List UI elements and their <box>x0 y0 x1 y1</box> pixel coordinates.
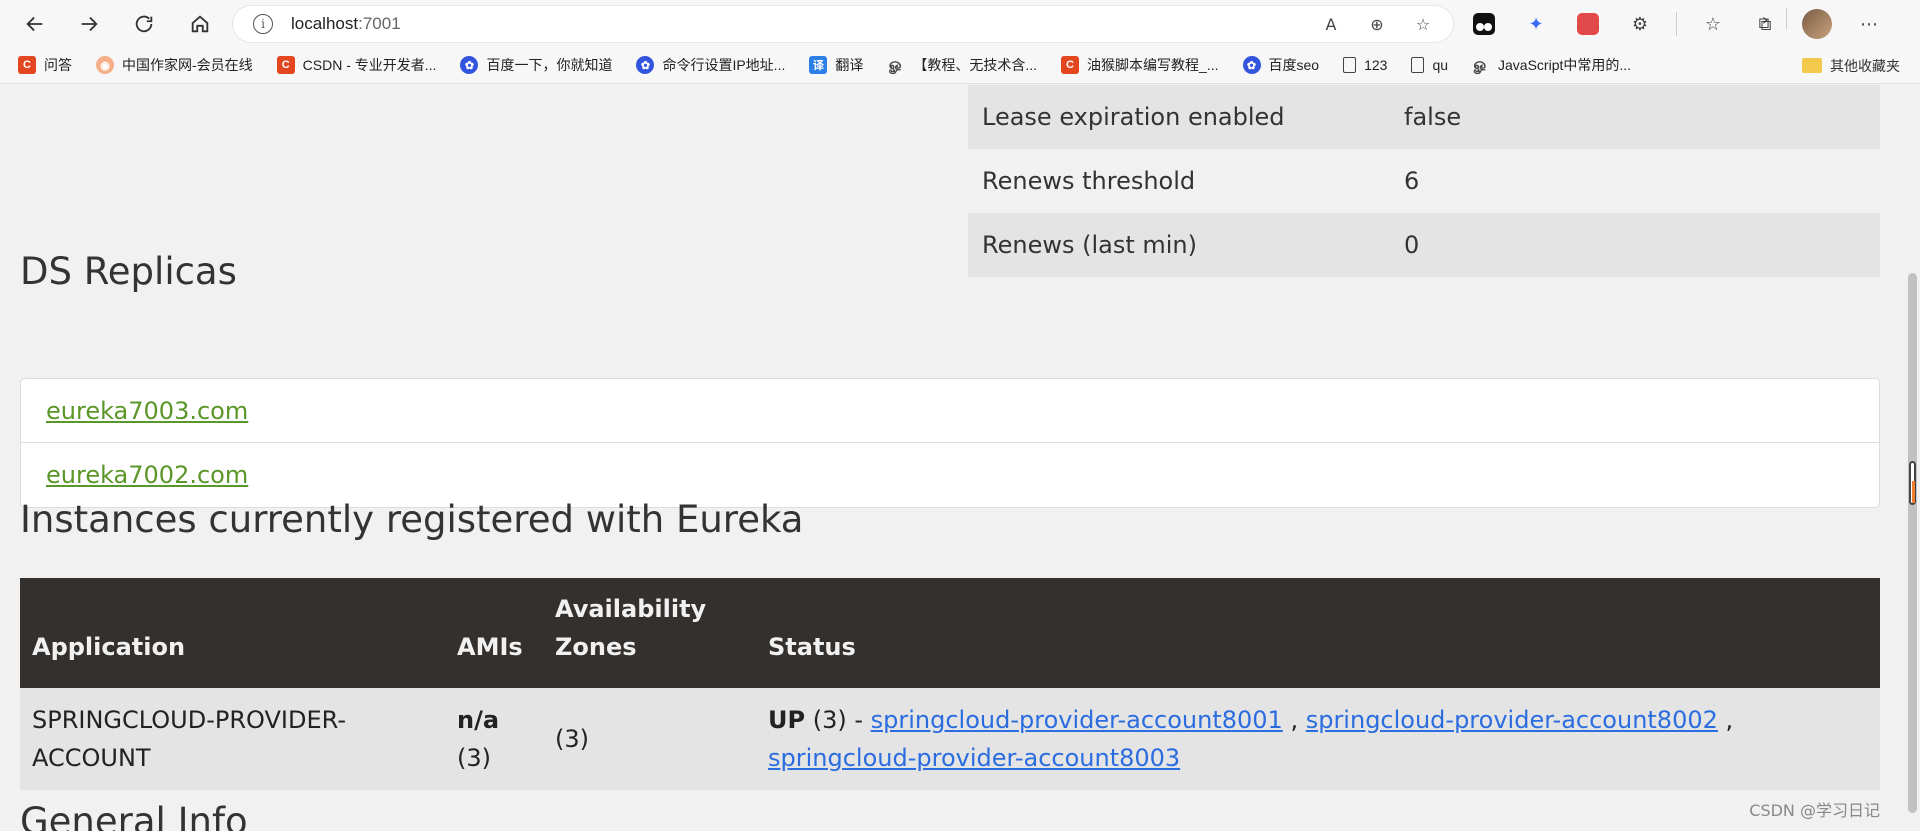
bookmark-item[interactable]: qu <box>1411 57 1448 73</box>
instance-link[interactable]: springcloud-provider-account8002 <box>1306 706 1718 734</box>
bookmark-label: JavaScript中常用的... <box>1498 57 1632 73</box>
url-text[interactable]: localhost:7001 <box>291 14 401 34</box>
ds-replicas-list: eureka7003.com eureka7002.com <box>20 378 1880 508</box>
bookmarks-overflow-chevron-icon[interactable]: › <box>1762 10 1768 29</box>
bookmark-favicon-icon: C <box>18 56 36 74</box>
extension-tampermonkey-icon[interactable] <box>1468 8 1500 40</box>
instances-table: Application AMIs Availability Zones Stat… <box>20 578 1880 790</box>
col-amis: AMIs <box>445 578 543 688</box>
status-label: Lease expiration enabled <box>968 85 1390 149</box>
refresh-icon[interactable] <box>124 4 164 44</box>
application-name: SPRINGCLOUD-PROVIDER-ACCOUNT <box>20 688 445 790</box>
scrollbar-find-marker <box>1909 461 1916 505</box>
bookmark-item[interactable]: ௐ 【教程、无技术含... <box>887 55 1037 75</box>
extension-red-icon[interactable] <box>1572 8 1604 40</box>
favorites-icon[interactable]: ☆ <box>1697 8 1729 40</box>
add-favorite-icon[interactable]: ☆ <box>1411 12 1435 36</box>
status-label: Renews (last min) <box>968 213 1390 277</box>
bookmark-label: 百度一下，你就知道 <box>486 57 613 73</box>
bookmark-favicon-icon: ✿ <box>460 56 479 74</box>
read-aloud-icon[interactable]: A <box>1319 12 1343 36</box>
bookmark-label: 中国作家网-会员在线 <box>122 57 253 73</box>
bookmark-item[interactable]: ௐ JavaScript中常用的... <box>1472 55 1632 75</box>
replica-item: eureka7003.com <box>21 379 1879 443</box>
instance-link[interactable]: springcloud-provider-account8001 <box>871 706 1283 734</box>
replica-link[interactable]: eureka7003.com <box>46 397 248 425</box>
replica-link[interactable]: eureka7002.com <box>46 461 248 489</box>
other-bookmarks-folder[interactable]: 其他收藏夹 <box>1802 47 1900 84</box>
bookmark-favicon-icon: C <box>276 56 295 74</box>
eureka-page: Lease expiration enabled false Renews thre… <box>0 85 1905 831</box>
profile-avatar[interactable] <box>1801 8 1833 40</box>
bookmark-label: 命令行设置IP地址... <box>662 57 786 73</box>
bookmark-item[interactable]: C CSDN - 专业开发者... <box>276 55 437 75</box>
status-count: (3) - <box>805 706 871 734</box>
more-menu-icon[interactable]: ⋯ <box>1853 8 1885 40</box>
bookmark-label: 问答 <box>44 57 72 73</box>
col-application: Application <box>20 578 445 688</box>
back-icon[interactable] <box>15 4 55 44</box>
bookmark-favicon-icon: ௐ <box>1473 55 1489 73</box>
page-scrollbar[interactable] <box>1905 85 1920 831</box>
browser-toolbar: i localhost:7001 A ⊕ ☆ ✦ ⚙ ☆ ⧉ ⋯ <box>0 0 1920 47</box>
forward-icon[interactable] <box>69 4 109 44</box>
bookmark-item[interactable]: ✿ 百度seo <box>1242 55 1320 75</box>
bookmark-label: 翻译 <box>835 57 864 73</box>
bookmark-item[interactable]: ✿ 命令行设置IP地址... <box>636 55 785 75</box>
status-row: Renews (last min) 0 <box>968 213 1880 277</box>
bookmark-label: 油猴脚本编写教程_... <box>1087 57 1219 73</box>
bookmarks-bar: C 问答 ◉ 中国作家网-会员在线 C CSDN - 专业开发者... ✿ 百度一下，你就知道… <box>0 47 1920 84</box>
scrollbar-thumb[interactable] <box>1908 273 1917 813</box>
bookmark-item[interactable]: 译翻译 <box>809 55 863 75</box>
status-row: Lease expiration enabled false <box>968 85 1880 149</box>
general-info-title: General Info <box>20 800 248 831</box>
general-status-table: Lease expiration enabled false Renews thre… <box>968 85 1880 277</box>
home-icon[interactable] <box>180 4 220 44</box>
site-info-icon[interactable]: i <box>253 14 273 34</box>
amis-value: n/a <box>457 706 500 734</box>
bookmark-favicon-icon: ✿ <box>1242 56 1261 74</box>
extensions-icon[interactable]: ⚙ <box>1624 8 1656 40</box>
amis-cell: n/a (3) <box>445 688 543 790</box>
status-value: false <box>1390 85 1880 149</box>
bookmark-favicon-icon: ◉ <box>96 56 114 74</box>
status-up: UP <box>768 706 806 734</box>
watermark: CSDN @学习日记 <box>1749 801 1880 820</box>
zones-cell: (3) <box>543 688 756 790</box>
bookmark-label: qu <box>1432 57 1449 73</box>
bookmark-favicon-icon <box>1343 57 1357 73</box>
address-bar[interactable]: i localhost:7001 A ⊕ ☆ <box>233 6 1453 42</box>
toolbar-divider <box>1676 12 1677 36</box>
bookmark-favicon-icon: C <box>1061 56 1080 74</box>
bookmark-item[interactable]: C 问答 <box>18 55 72 75</box>
bookmark-label: 百度seo <box>1268 57 1320 73</box>
bookmark-favicon-icon: ✿ <box>636 56 655 74</box>
bookmark-label: CSDN - 专业开发者... <box>302 57 437 73</box>
instances-title: Instances currently registered with Eure… <box>20 498 804 541</box>
status-value: 6 <box>1390 149 1880 213</box>
status-label: Renews threshold <box>968 149 1390 213</box>
bookmark-favicon-icon: ௐ <box>888 55 904 73</box>
bookmark-item[interactable]: 123 <box>1343 57 1387 73</box>
folder-icon <box>1802 58 1822 73</box>
bookmark-item[interactable]: C 油猴脚本编写教程_... <box>1061 55 1219 75</box>
instance-row: SPRINGCLOUD-PROVIDER-ACCOUNT n/a (3) (3) UP … <box>20 688 1880 790</box>
ds-replicas-title: DS Replicas <box>20 250 237 293</box>
zoom-icon[interactable]: ⊕ <box>1365 12 1389 36</box>
bookmark-favicon-icon <box>1411 57 1425 73</box>
bookmark-item[interactable]: ◉ 中国作家网-会员在线 <box>96 55 253 75</box>
bookmark-label: 【教程、无技术含... <box>913 57 1038 73</box>
bookmark-label: 123 <box>1364 57 1388 73</box>
bookmark-item[interactable]: ✿ 百度一下，你就知道 <box>460 55 612 75</box>
bookmarks-divider <box>1786 8 1787 29</box>
col-status: Status <box>756 578 1880 688</box>
status-cell: UP (3) - springcloud-provider-account800… <box>756 688 1880 790</box>
col-availability-zones: Availability Zones <box>543 578 756 688</box>
status-row: Renews threshold 6 <box>968 149 1880 213</box>
instance-link[interactable]: springcloud-provider-account8003 <box>768 744 1180 772</box>
amis-count: (3) <box>457 744 491 772</box>
bookmark-favicon-icon: 译 <box>809 56 828 74</box>
extension-bird-icon[interactable]: ✦ <box>1520 8 1552 40</box>
status-value: 0 <box>1390 213 1880 277</box>
